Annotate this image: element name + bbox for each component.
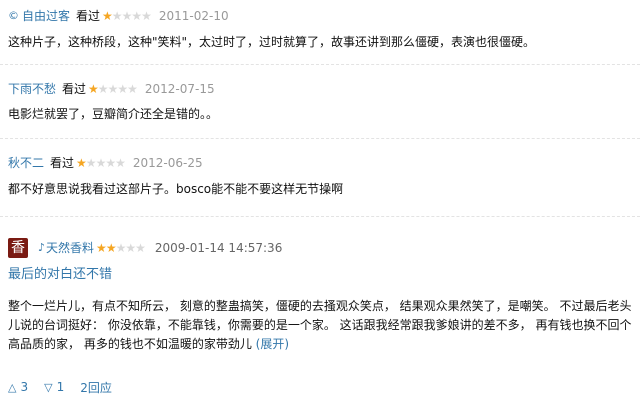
- rating-stars: ★ ★ ★ ★ ★: [96, 241, 146, 255]
- star-empty-icon: ★: [135, 241, 146, 255]
- comment-watch-status: 看过: [76, 9, 101, 23]
- user-marker-icon: ©: [8, 9, 19, 22]
- reply-link[interactable]: 2回应: [80, 379, 112, 396]
- comment-watch-status: 看过: [62, 82, 87, 96]
- star-empty-icon: ★: [115, 241, 127, 255]
- comment-divider: [0, 138, 640, 139]
- star-empty-icon: ★: [97, 82, 109, 96]
- star-empty-icon: ★: [127, 82, 138, 96]
- review-title[interactable]: 最后的对白还不错: [8, 266, 112, 284]
- comment-text: 这种片子，这种桥段，这种"笑料"，太过时了，过时就算了，故事还讲到那么僵硬，表演…: [8, 35, 536, 49]
- star-filled-icon: ★: [76, 156, 87, 170]
- useless-button[interactable]: ▽ 1: [44, 380, 64, 394]
- comment-date: 2012-07-15: [144, 82, 215, 96]
- comment-user-link[interactable]: 秋不二: [8, 155, 44, 171]
- star-empty-icon: ★: [95, 156, 107, 170]
- star-empty-icon: ★: [141, 9, 152, 23]
- useful-button[interactable]: △ 3: [8, 380, 28, 394]
- rating-stars: ★ ★ ★ ★ ★: [88, 82, 138, 96]
- useful-count: 3: [20, 380, 29, 394]
- comment-divider: [0, 64, 640, 65]
- rating-stars: ★ ★ ★ ★ ★: [76, 156, 126, 170]
- comment-divider: [0, 216, 640, 217]
- star-empty-icon: ★: [107, 82, 119, 96]
- comment-meta: 下雨不愁 看过 ★ ★ ★ ★ ★ 2012-07-15: [8, 81, 215, 97]
- star-empty-icon: ★: [85, 156, 97, 170]
- star-filled-icon: ★: [102, 9, 113, 23]
- comment-text: 电影烂就罢了，豆瓣简介还全是错的。。: [8, 107, 219, 121]
- avatar[interactable]: 香: [8, 238, 28, 258]
- review-actions: △ 3 ▽ 1 2回应: [8, 378, 112, 396]
- star-empty-icon: ★: [105, 156, 116, 170]
- review-date: 2009-01-14 14:57:36: [154, 241, 283, 255]
- comment-date: 2011-02-10: [158, 9, 229, 23]
- comment-user-link[interactable]: 下雨不愁: [8, 81, 56, 97]
- star-empty-icon: ★: [131, 9, 142, 23]
- star-empty-icon: ★: [125, 241, 136, 255]
- down-arrow-icon: ▽: [44, 380, 53, 394]
- comment-user-link[interactable]: 自由过客: [22, 8, 70, 24]
- expand-link[interactable]: (展开): [256, 337, 289, 351]
- up-arrow-icon: △: [8, 380, 17, 394]
- review-meta: ♪ 天然香料 ★ ★ ★ ★ ★ 2009-01-14 14:57:36: [38, 240, 282, 256]
- review-body: 整个一烂片儿，有点不知所云， 刻意的整蛊搞笑，僵硬的去搔观众笑点， 结果观众果然…: [8, 297, 634, 354]
- music-note-icon: ♪: [38, 241, 46, 254]
- comment-meta: 秋不二 看过 ★ ★ ★ ★ ★ 2012-06-25: [8, 155, 203, 171]
- star-filled-icon: ★: [105, 241, 117, 255]
- star-empty-icon: ★: [115, 156, 126, 170]
- comment-text: 都不好意思说我看过这部片子。bosco能不能不要这样无节操啊: [8, 182, 344, 196]
- comment-date: 2012-06-25: [132, 156, 203, 170]
- comment-watch-status: 看过: [50, 156, 75, 170]
- star-filled-icon: ★: [96, 241, 107, 255]
- useless-count: 1: [56, 380, 65, 394]
- star-filled-icon: ★: [88, 82, 99, 96]
- star-empty-icon: ★: [111, 9, 123, 23]
- star-empty-icon: ★: [117, 82, 128, 96]
- star-empty-icon: ★: [121, 9, 133, 23]
- comment-meta: © 自由过客 看过 ★ ★ ★ ★ ★ 2011-02-10: [8, 8, 229, 24]
- review-user-link[interactable]: 天然香料: [46, 240, 94, 256]
- review-body-text: 整个一烂片儿，有点不知所云， 刻意的整蛊搞笑，僵硬的去搔观众笑点， 结果观众果然…: [8, 299, 632, 351]
- rating-stars: ★ ★ ★ ★ ★: [102, 9, 152, 23]
